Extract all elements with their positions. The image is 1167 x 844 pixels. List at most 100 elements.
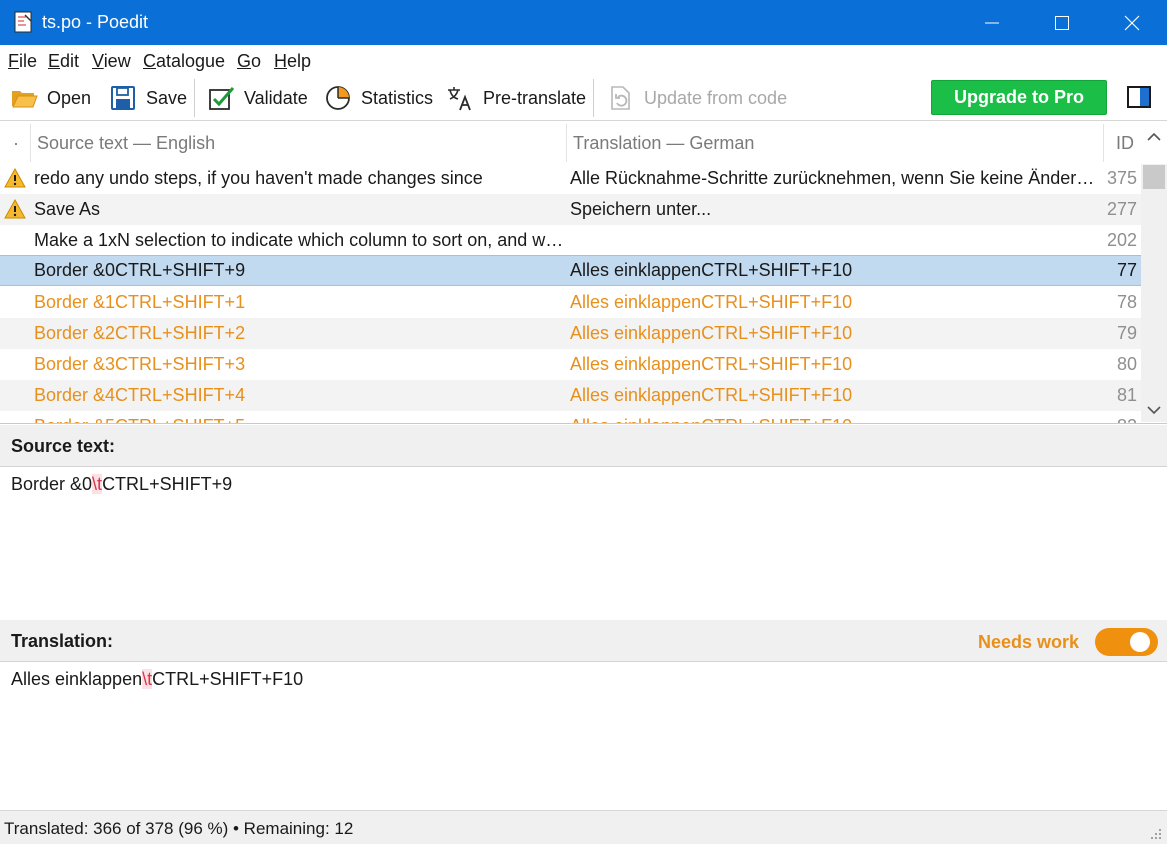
translation-text-part: Alles einklappen: [11, 669, 143, 689]
id-column-header[interactable]: ID: [1116, 122, 1134, 164]
source-column-header[interactable]: Source text — English: [37, 122, 215, 164]
id-cell: 79: [1116, 323, 1137, 343]
translation-text-part: CTRL+SHIFT+F10: [152, 669, 304, 689]
translation-cell: [570, 225, 1095, 256]
table-row[interactable]: redo any undo steps, if you haven't made…: [0, 163, 1141, 194]
id-cell: 277: [1106, 199, 1137, 219]
source-cell: Make a 1xN selection to indicate which c…: [34, 230, 564, 250]
menu-file[interactable]: File: [8, 50, 37, 72]
menu-help[interactable]: Help: [274, 50, 311, 72]
scroll-down-icon[interactable]: [1145, 403, 1163, 417]
source-pane-header: [0, 425, 1167, 467]
open-label: Open: [47, 87, 92, 108]
id-cell: 77: [1116, 260, 1137, 280]
toggle-knob: [1130, 632, 1150, 652]
list-scrollbar[interactable]: [1141, 164, 1167, 422]
needs-work-label: Needs work: [978, 632, 1080, 652]
translation-column-header[interactable]: Translation — German: [573, 122, 754, 164]
source-cell: redo any undo steps, if you haven't made…: [34, 168, 483, 188]
id-cell: 82: [1096, 411, 1137, 423]
warning-icon: [4, 199, 26, 219]
pretranslate-label: Pre-translate: [483, 87, 587, 108]
id-cell: 80: [1116, 354, 1137, 374]
sidebar-toggle-icon[interactable]: [1127, 86, 1151, 108]
source-cell: Border &0CTRL+SHIFT+9: [34, 260, 246, 280]
menu-edit[interactable]: Edit: [48, 50, 79, 72]
source-cell: Save As: [34, 199, 101, 219]
toolbar-separator: [194, 79, 195, 117]
folder-open-icon: [12, 91, 38, 108]
pie-chart-icon: [326, 86, 350, 110]
translation-cell: Alles einklappenCTRL+SHIFT+F10: [570, 411, 1095, 423]
list-clip: Border &5CTRL+SHIFT+5 Alles einklappenCT…: [0, 411, 1141, 423]
translate-icon: [448, 87, 471, 111]
minimize-icon: [985, 22, 999, 23]
source-cell: Border &4CTRL+SHIFT+4: [34, 385, 246, 405]
statistics-button[interactable]: Statistics: [324, 79, 433, 117]
escape-sequence: \t: [92, 474, 103, 494]
open-button[interactable]: Open: [10, 79, 91, 117]
table-row[interactable]: Make a 1xN selection to indicate which c…: [0, 225, 1141, 256]
source-text-part: CTRL+SHIFT+9: [102, 474, 233, 494]
escape-sequence: \t: [142, 669, 153, 689]
table-row[interactable]: Border &1CTRL+SHIFT+1 Alles einklappenCT…: [0, 287, 1141, 318]
flag-column-header[interactable]: ·: [13, 122, 19, 164]
table-row[interactable]: Border &5CTRL+SHIFT+5 Alles einklappenCT…: [0, 411, 1141, 423]
toolbar-separator: [593, 79, 594, 117]
menu-go[interactable]: Go: [237, 50, 261, 72]
upgrade-to-pro-button[interactable]: Upgrade to Pro: [931, 80, 1107, 115]
id-cell: 81: [1116, 385, 1137, 405]
warning-icon: [4, 168, 26, 188]
id-cell: 78: [1116, 292, 1137, 312]
validate-button[interactable]: Validate: [207, 79, 308, 117]
maximize-icon: [1055, 15, 1069, 30]
translation-cell: Alles einklappenCTRL+SHIFT+F10: [570, 354, 853, 374]
pretranslate-button[interactable]: Pre-translate: [446, 79, 586, 117]
save-label: Save: [146, 87, 188, 108]
menu-catalogue[interactable]: Catalogue: [143, 50, 225, 72]
close-button[interactable]: [1097, 0, 1167, 45]
source-pane-label: Source text:: [11, 436, 116, 456]
validate-label: Validate: [244, 87, 308, 108]
checkbox-check-icon: [209, 87, 235, 110]
menu-view[interactable]: View: [92, 50, 131, 72]
table-row[interactable]: Save As Speichern unter... 277: [0, 194, 1141, 225]
translation-cell: Alle Rücknahme-Schritte zurücknehmen, we…: [570, 168, 1095, 188]
translation-cell: Speichern unter...: [570, 199, 712, 219]
id-cell: 375: [1106, 168, 1137, 188]
source-cell: Border &1CTRL+SHIFT+1: [34, 292, 246, 312]
source-cell: Border &3CTRL+SHIFT+3: [34, 354, 246, 374]
translation-pane-label: Translation:: [11, 631, 114, 651]
resize-grip-icon[interactable]: [1148, 826, 1162, 840]
update-from-code-label: Update from code: [644, 87, 788, 108]
update-document-icon: [611, 86, 630, 110]
floppy-disk-icon: [111, 86, 135, 110]
minimize-button[interactable]: [957, 0, 1027, 45]
translation-cell: Alles einklappenCTRL+SHIFT+F10: [570, 385, 853, 405]
window-title: ts.po - Poedit: [42, 12, 149, 32]
source-text: Border &0\tCTRL+SHIFT+9: [11, 472, 232, 496]
column-divider[interactable]: [566, 124, 567, 162]
table-row[interactable]: Border &3CTRL+SHIFT+3 Alles einklappenCT…: [0, 349, 1141, 380]
translation-input[interactable]: Alles einklappen\tCTRL+SHIFT+F10: [11, 667, 1151, 807]
translation-cell: Alles einklappenCTRL+SHIFT+F10: [570, 260, 853, 280]
table-row[interactable]: Border &4CTRL+SHIFT+4 Alles einklappenCT…: [0, 380, 1141, 411]
poedit-app-icon: [14, 11, 32, 33]
source-cell: Border &2CTRL+SHIFT+2: [34, 323, 246, 343]
table-row[interactable]: Border &2CTRL+SHIFT+2 Alles einklappenCT…: [0, 318, 1141, 349]
update-from-code-button[interactable]: Update from code: [607, 79, 787, 117]
table-row-selected[interactable]: Border &0CTRL+SHIFT+9 Alles einklappenCT…: [0, 255, 1141, 286]
id-cell: 202: [1106, 230, 1137, 250]
column-divider[interactable]: [30, 124, 31, 162]
translation-cell: Alles einklappenCTRL+SHIFT+F10: [570, 323, 853, 343]
maximize-button[interactable]: [1027, 0, 1097, 45]
scrollbar-thumb[interactable]: [1143, 165, 1165, 189]
statistics-label: Statistics: [361, 87, 434, 108]
source-cell: Border &5CTRL+SHIFT+5: [34, 411, 564, 423]
close-icon: [1124, 15, 1140, 30]
save-button[interactable]: Save: [109, 79, 187, 117]
source-text-part: Border &0: [11, 474, 93, 494]
status-text: Translated: 366 of 378 (96 %) • Remainin…: [4, 819, 354, 838]
column-divider[interactable]: [1103, 124, 1104, 162]
scroll-up-icon[interactable]: [1145, 130, 1163, 144]
